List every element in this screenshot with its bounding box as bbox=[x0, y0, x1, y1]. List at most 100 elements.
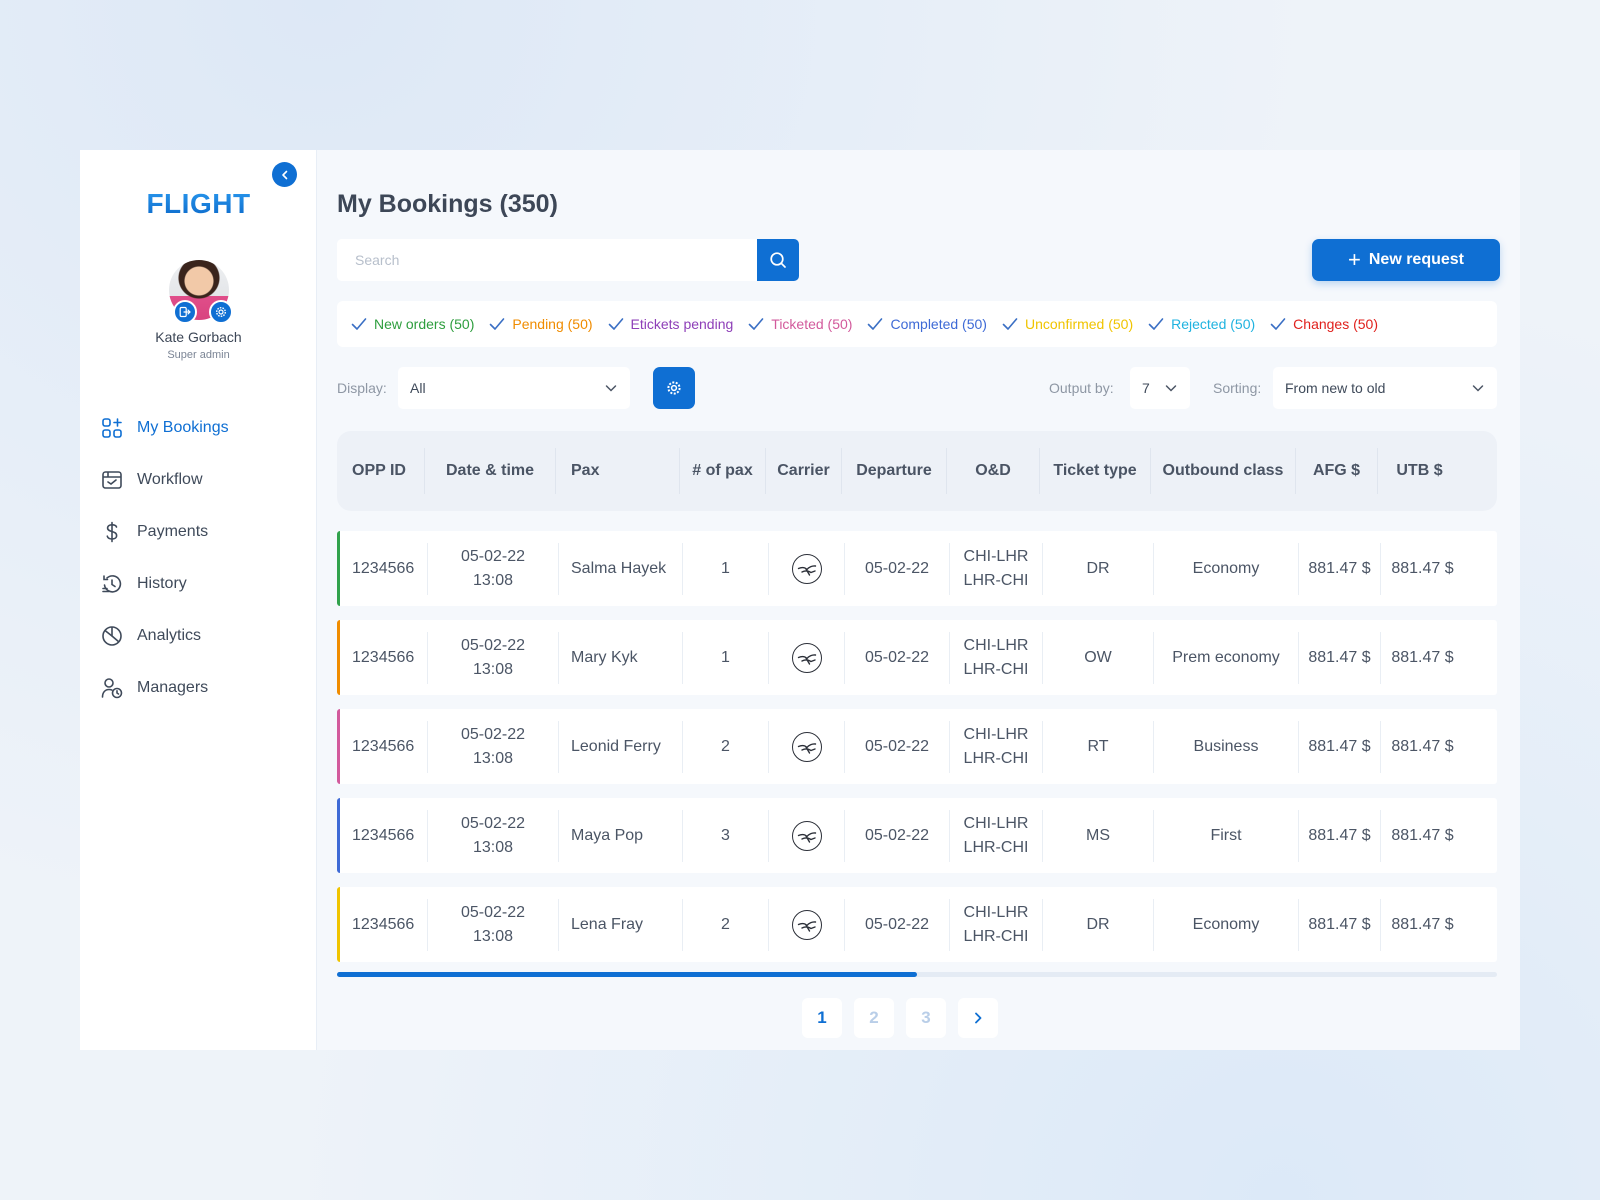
cell-date-time: 05-02-22 13:08 bbox=[428, 809, 559, 862]
status-filter-4[interactable]: Completed (50) bbox=[867, 316, 987, 332]
cell-opp-id: 1234566 bbox=[340, 631, 428, 684]
column-header[interactable]: UTB $ bbox=[1378, 448, 1461, 494]
cell-od: CHI-LHR LHR-CHI bbox=[950, 631, 1043, 684]
display-label: Display: bbox=[337, 380, 387, 396]
status-filter-6[interactable]: Rejected (50) bbox=[1148, 316, 1255, 332]
new-request-label: New request bbox=[1368, 251, 1464, 268]
table-row[interactable]: 1234566 05-02-22 13:08 Mary Kyk 1 05-02-22 CHI… bbox=[337, 620, 1497, 695]
status-filter-3[interactable]: Ticketed (50) bbox=[748, 316, 852, 332]
lufthansa-crane-icon bbox=[791, 553, 822, 584]
cell-line: 05-02-22 bbox=[460, 725, 526, 743]
cell-ticket-type: MS bbox=[1043, 809, 1154, 862]
cell-carrier bbox=[769, 631, 845, 684]
user-clock-icon bbox=[100, 676, 124, 700]
bookings-count: (350) bbox=[499, 190, 558, 218]
cell-utb: 881.47 $ bbox=[1391, 915, 1454, 933]
cell-carrier bbox=[769, 542, 845, 595]
column-header[interactable]: Outbound class bbox=[1151, 448, 1296, 494]
cell-num-pax: 1 bbox=[683, 542, 769, 595]
logout-button[interactable] bbox=[172, 300, 197, 324]
search-button[interactable] bbox=[757, 239, 799, 281]
table-row[interactable]: 1234566 05-02-22 13:08 Lena Fray 2 05-02-22 CH… bbox=[337, 887, 1497, 962]
sidebar-nav: My Bookings Workflow Payments History An… bbox=[100, 402, 310, 714]
sidebar-item-label: Workflow bbox=[137, 471, 203, 488]
sidebar-item-my-bookings[interactable]: My Bookings bbox=[100, 402, 310, 454]
sidebar-item-analytics[interactable]: Analytics bbox=[100, 610, 310, 662]
page-button-3[interactable]: 3 bbox=[906, 998, 946, 1038]
collapse-sidebar-button[interactable] bbox=[272, 162, 297, 187]
chevron-down-icon bbox=[1165, 385, 1177, 392]
cell-outbound-class: Economy bbox=[1154, 898, 1299, 951]
column-header[interactable]: AFG $ bbox=[1296, 448, 1378, 494]
cell-outbound-class: First bbox=[1154, 809, 1299, 862]
cell-date-time: 05-02-22 13:08 bbox=[428, 631, 559, 684]
user-profile: Kate Gorbach Super admin bbox=[80, 260, 317, 361]
status-filter-label: Ticketed (50) bbox=[771, 316, 853, 332]
cell-stack: CHI-LHR LHR-CHI bbox=[964, 634, 1029, 682]
page-title: My Bookings (350) bbox=[337, 190, 558, 219]
status-filter-7[interactable]: Changes (50) bbox=[1270, 316, 1378, 332]
column-header[interactable]: Carrier bbox=[766, 448, 842, 494]
table-settings-button[interactable] bbox=[653, 367, 695, 409]
cell-stack: CHI-LHR LHR-CHI bbox=[964, 545, 1029, 593]
page-button-2[interactable]: 2 bbox=[854, 998, 894, 1038]
status-filter-5[interactable]: Unconfirmed (50) bbox=[1002, 316, 1133, 332]
sidebar-item-history[interactable]: History bbox=[100, 558, 310, 610]
column-header[interactable]: Date & time bbox=[425, 448, 556, 494]
status-filter-1[interactable]: Pending (50) bbox=[489, 316, 593, 332]
profile-settings-button[interactable] bbox=[208, 300, 233, 324]
column-header[interactable]: O&D bbox=[947, 448, 1040, 494]
cell-pax: Leonid Ferry bbox=[559, 720, 683, 773]
column-header[interactable]: OPP ID bbox=[337, 448, 425, 494]
checkmark-icon bbox=[351, 317, 367, 331]
status-filter-2[interactable]: Etickets pending bbox=[608, 316, 733, 332]
sidebar-item-managers[interactable]: Managers bbox=[100, 662, 310, 714]
next-page-button[interactable] bbox=[958, 998, 998, 1038]
cell-date-time: 05-02-22 13:08 bbox=[428, 720, 559, 773]
cell-outbound-class: Business bbox=[1154, 720, 1299, 773]
cell-od: CHI-LHR LHR-CHI bbox=[950, 898, 1043, 951]
column-header[interactable]: Departure bbox=[842, 448, 947, 494]
cell-utb: 881.47 $ bbox=[1391, 737, 1454, 755]
table-row[interactable]: 1234566 05-02-22 13:08 Maya Pop 3 05-02-22 CHI… bbox=[337, 798, 1497, 873]
column-header[interactable]: Pax bbox=[556, 448, 680, 494]
table-body: 1234566 05-02-22 13:08 Salma Hayek 1 05-02-22… bbox=[337, 531, 1497, 976]
cell-line: 13:08 bbox=[472, 838, 514, 856]
cell-line: 05-02-22 bbox=[460, 814, 526, 832]
status-filter-label: Pending (50) bbox=[512, 316, 593, 332]
cell-pax: Maya Pop bbox=[559, 809, 683, 862]
cell-stack: 05-02-22 13:08 bbox=[461, 723, 525, 771]
pie-chart-icon bbox=[100, 624, 124, 648]
avatar-container bbox=[168, 260, 233, 324]
cell-line: 13:08 bbox=[472, 660, 514, 678]
search-bar bbox=[337, 239, 799, 281]
scrollbar-thumb[interactable] bbox=[337, 972, 917, 977]
output-label: Output by: bbox=[1049, 380, 1114, 396]
cell-carrier bbox=[769, 720, 845, 773]
sidebar-item-label: Payments bbox=[137, 523, 209, 540]
checkmark-icon bbox=[608, 317, 624, 331]
cell-stack: CHI-LHR LHR-CHI bbox=[964, 901, 1029, 949]
horizontal-scrollbar[interactable] bbox=[337, 972, 1497, 977]
search-input[interactable] bbox=[337, 239, 757, 281]
sidebar-item-payments[interactable]: Payments bbox=[100, 506, 310, 558]
column-header[interactable]: # of pax bbox=[680, 448, 766, 494]
page-button-1[interactable]: 1 bbox=[802, 998, 842, 1038]
table-row[interactable]: 1234566 05-02-22 13:08 Leonid Ferry 2 05-02-2… bbox=[337, 709, 1497, 784]
plus-icon: + bbox=[1348, 247, 1361, 272]
sorting-label: Sorting: bbox=[1213, 380, 1262, 396]
status-filter-0[interactable]: New orders (50) bbox=[351, 316, 474, 332]
cell-line: 05-02-22 bbox=[460, 547, 526, 565]
table-row[interactable]: 1234566 05-02-22 13:08 Salma Hayek 1 05-02-22… bbox=[337, 531, 1497, 606]
display-select[interactable]: All bbox=[398, 367, 630, 409]
status-filter-label: New orders (50) bbox=[374, 316, 475, 332]
sorting-select[interactable]: From new to old bbox=[1273, 367, 1497, 409]
user-role: Super admin bbox=[167, 349, 230, 361]
cell-line: CHI-LHR bbox=[963, 814, 1029, 832]
lufthansa-crane-icon bbox=[791, 820, 822, 851]
output-select[interactable]: 7 bbox=[1130, 367, 1190, 409]
cell-stack: 05-02-22 13:08 bbox=[461, 545, 525, 593]
new-request-button[interactable]: + New request bbox=[1312, 239, 1500, 281]
sidebar-item-workflow[interactable]: Workflow bbox=[100, 454, 310, 506]
column-header[interactable]: Ticket type bbox=[1040, 448, 1151, 494]
